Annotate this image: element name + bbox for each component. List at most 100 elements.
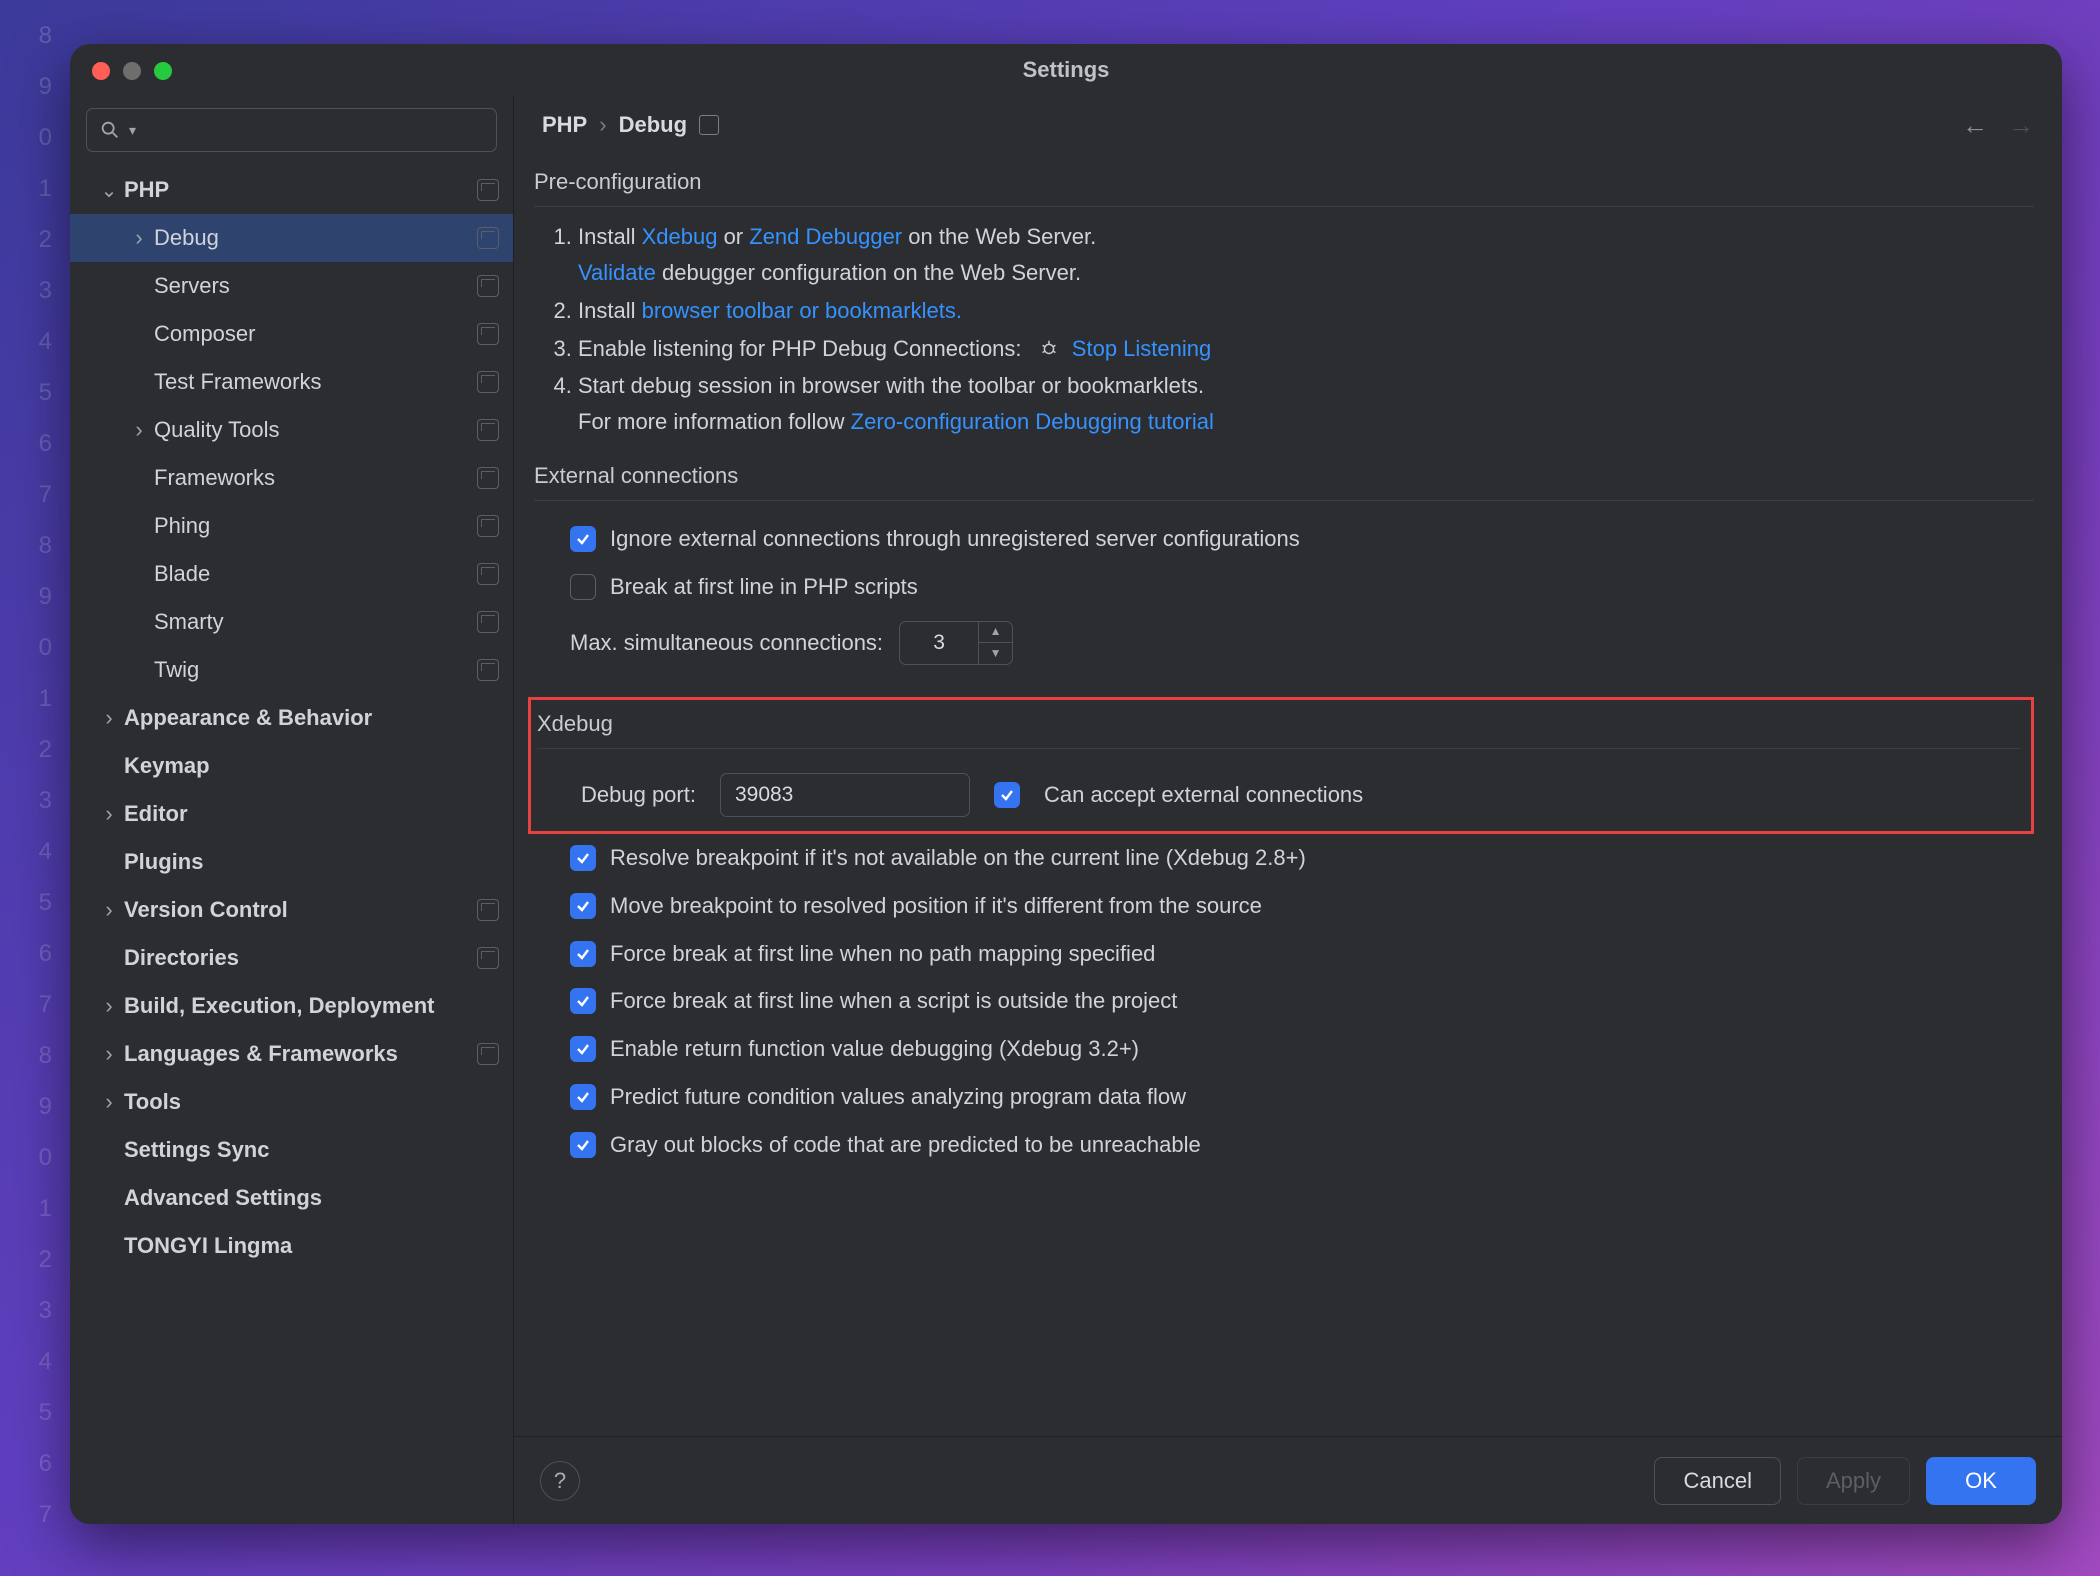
sidebar-item-label: Smarty [154, 609, 477, 635]
sidebar-item-version-control[interactable]: ›Version Control [70, 886, 513, 934]
force-break-nopath-label: Force break at first line when no path m… [610, 938, 1155, 970]
project-scope-icon [477, 563, 499, 585]
window-title: Settings [1023, 57, 1110, 83]
external-connections-title: External connections [534, 460, 2034, 492]
move-breakpoint-checkbox[interactable] [570, 893, 596, 919]
sidebar-item-debug[interactable]: ›Debug [70, 214, 513, 262]
sidebar-item-plugins[interactable]: Plugins [70, 838, 513, 886]
chevron-right-icon: › [98, 897, 120, 923]
sidebar-item-label: Directories [124, 945, 477, 971]
sidebar-item-appearance-behavior[interactable]: ›Appearance & Behavior [70, 694, 513, 742]
sidebar-item-label: Frameworks [154, 465, 477, 491]
minimize-window-icon[interactable] [123, 62, 141, 80]
validate-link[interactable]: Validate [578, 260, 656, 285]
sidebar-item-label: TONGYI Lingma [124, 1233, 499, 1259]
sidebar-item-label: Settings Sync [124, 1137, 499, 1163]
reset-icon[interactable] [699, 115, 719, 135]
sidebar-item-phing[interactable]: Phing [70, 502, 513, 550]
max-connections-input[interactable]: 3 ▲▼ [899, 621, 1013, 665]
predict-values-label: Predict future condition values analyzin… [610, 1081, 1186, 1113]
sidebar-item-settings-sync[interactable]: Settings Sync [70, 1126, 513, 1174]
sidebar-item-label: Phing [154, 513, 477, 539]
project-scope-icon [477, 467, 499, 489]
sidebar-item-frameworks[interactable]: Frameworks [70, 454, 513, 502]
search-icon [99, 119, 121, 141]
sidebar-item-build-execution-deployment[interactable]: ›Build, Execution, Deployment [70, 982, 513, 1030]
breadcrumb-root[interactable]: PHP [542, 112, 587, 138]
enable-return-checkbox[interactable] [570, 1036, 596, 1062]
predict-values-checkbox[interactable] [570, 1084, 596, 1110]
sidebar-item-smarty[interactable]: Smarty [70, 598, 513, 646]
sidebar-item-tools[interactable]: ›Tools [70, 1078, 513, 1126]
zend-debugger-link[interactable]: Zend Debugger [749, 224, 902, 249]
break-first-line-checkbox[interactable] [570, 574, 596, 600]
search-input[interactable]: ▾ [86, 108, 497, 152]
sidebar-item-languages-frameworks[interactable]: ›Languages & Frameworks [70, 1030, 513, 1078]
force-break-nopath-checkbox[interactable] [570, 941, 596, 967]
sidebar-item-blade[interactable]: Blade [70, 550, 513, 598]
xdebug-title: Xdebug [531, 708, 2021, 740]
browser-toolbar-link[interactable]: browser toolbar or bookmarklets. [642, 298, 962, 323]
accept-external-checkbox[interactable] [994, 782, 1020, 808]
project-scope-icon [477, 899, 499, 921]
enable-return-label: Enable return function value debugging (… [610, 1033, 1139, 1065]
stepper-up-icon[interactable]: ▲ [979, 622, 1012, 644]
sidebar-item-label: Quality Tools [154, 417, 477, 443]
force-break-outside-checkbox[interactable] [570, 988, 596, 1014]
project-scope-icon [477, 611, 499, 633]
xdebug-highlight-box: Xdebug Debug port: 39083 Can accept exte… [528, 697, 2034, 834]
project-scope-icon [477, 419, 499, 441]
cancel-button[interactable]: Cancel [1654, 1457, 1780, 1505]
help-button[interactable]: ? [540, 1461, 580, 1501]
project-scope-icon [477, 275, 499, 297]
chevron-right-icon: › [98, 801, 120, 827]
force-break-outside-label: Force break at first line when a script … [610, 985, 1177, 1017]
debug-port-label: Debug port: [581, 779, 696, 811]
xdebug-link[interactable]: Xdebug [642, 224, 718, 249]
sidebar-item-php[interactable]: ⌄PHP [70, 166, 513, 214]
sidebar-item-keymap[interactable]: Keymap [70, 742, 513, 790]
sidebar-item-label: Editor [124, 801, 499, 827]
sidebar-item-advanced-settings[interactable]: Advanced Settings [70, 1174, 513, 1222]
gray-out-checkbox[interactable] [570, 1132, 596, 1158]
resolve-breakpoint-label: Resolve breakpoint if it's not available… [610, 842, 1306, 874]
breadcrumb: PHP › Debug [542, 112, 719, 138]
sidebar-item-quality-tools[interactable]: ›Quality Tools [70, 406, 513, 454]
sidebar-item-label: Build, Execution, Deployment [124, 993, 499, 1019]
sidebar-item-label: Keymap [124, 753, 499, 779]
debug-port-input[interactable]: 39083 [720, 773, 970, 817]
sidebar-item-editor[interactable]: ›Editor [70, 790, 513, 838]
stop-listening-link[interactable]: Stop Listening [1072, 336, 1211, 361]
zoom-window-icon[interactable] [154, 62, 172, 80]
sidebar-item-label: Tools [124, 1089, 499, 1115]
nav-back-icon[interactable]: ← [1962, 110, 1988, 141]
zero-config-link[interactable]: Zero-configuration Debugging tutorial [851, 409, 1214, 434]
chevron-right-icon: › [128, 417, 150, 443]
sidebar-item-composer[interactable]: Composer [70, 310, 513, 358]
project-scope-icon [477, 371, 499, 393]
sidebar-item-label: Plugins [124, 849, 499, 875]
sidebar-item-tongyi-lingma[interactable]: TONGYI Lingma [70, 1222, 513, 1270]
break-first-line-label: Break at first line in PHP scripts [610, 571, 918, 603]
project-scope-icon [477, 659, 499, 681]
sidebar-item-test-frameworks[interactable]: Test Frameworks [70, 358, 513, 406]
stepper-down-icon[interactable]: ▼ [979, 643, 1012, 664]
preconfig-list: Install Xdebug or Zend Debugger on the W… [534, 221, 2034, 438]
ignore-external-checkbox[interactable] [570, 526, 596, 552]
sidebar-item-servers[interactable]: Servers [70, 262, 513, 310]
sidebar-item-directories[interactable]: Directories [70, 934, 513, 982]
close-window-icon[interactable] [92, 62, 110, 80]
gray-out-label: Gray out blocks of code that are predict… [610, 1129, 1201, 1161]
chevron-right-icon: › [128, 225, 150, 251]
ok-button[interactable]: OK [1926, 1457, 2036, 1505]
sidebar-item-twig[interactable]: Twig [70, 646, 513, 694]
resolve-breakpoint-checkbox[interactable] [570, 845, 596, 871]
chevron-right-icon: › [98, 993, 120, 1019]
sidebar-item-label: Debug [154, 225, 477, 251]
sidebar-item-label: Blade [154, 561, 477, 587]
breadcrumb-leaf: Debug [619, 112, 687, 138]
chevron-right-icon: › [98, 705, 120, 731]
titlebar: Settings [70, 44, 2062, 96]
sidebar-item-label: Version Control [124, 897, 477, 923]
sidebar-item-label: Advanced Settings [124, 1185, 499, 1211]
